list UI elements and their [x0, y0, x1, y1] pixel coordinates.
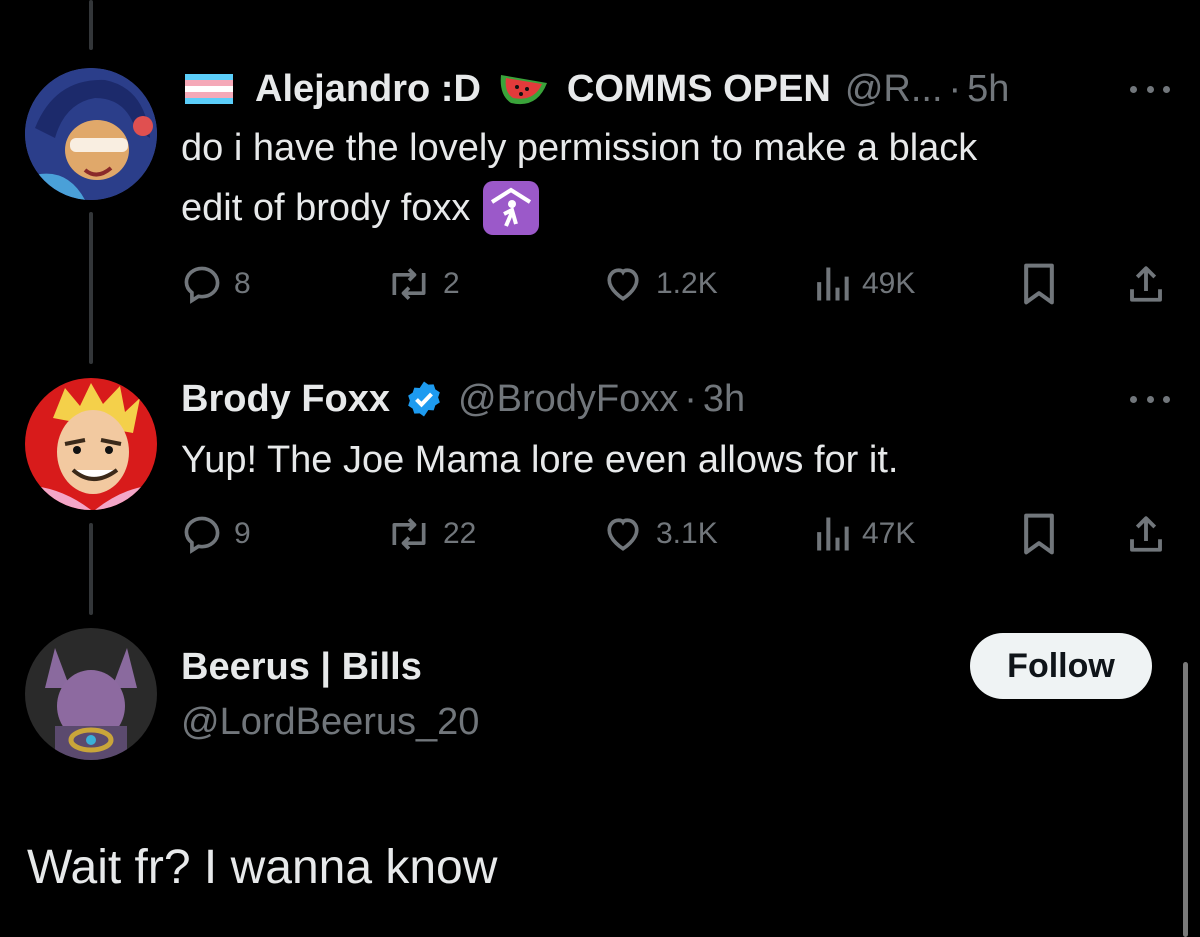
verified-badge-icon	[408, 381, 440, 417]
tweet1-reply-count: 8	[234, 267, 251, 300]
thread-line-2	[89, 523, 93, 615]
tweet1-actions: 8 2 1.2K 49K	[180, 262, 1170, 306]
tweet1-time[interactable]: 5h	[967, 67, 1009, 111]
reply-icon	[184, 266, 220, 304]
views-icon	[817, 267, 849, 301]
tweet1-text-line1: do i have the lovely permission to make …	[181, 127, 978, 169]
share-icon	[1130, 266, 1162, 302]
bookmark-icon	[1024, 263, 1054, 305]
avatar-alejandro[interactable]	[25, 68, 157, 200]
tweet2-views-button[interactable]: 47K	[812, 512, 915, 556]
tweet1-header: Alejandro :D COMMS OPEN @R... · 5h	[185, 67, 1009, 111]
tweet2-author-name[interactable]: Brody Foxx	[181, 377, 390, 421]
heart-icon	[607, 268, 639, 301]
tweet2-reply-button[interactable]: 9	[180, 512, 251, 556]
reply-icon	[184, 516, 220, 554]
tweet1-like-count: 1.2K	[656, 267, 718, 300]
tweet2-reply-count: 9	[234, 517, 251, 550]
tweet1-reply-button[interactable]: 8	[180, 262, 251, 306]
tweet2-text: Yup! The Joe Mama lore even allows for i…	[181, 439, 899, 481]
tweet2-time[interactable]: 3h	[703, 377, 745, 421]
heart-icon	[607, 518, 639, 551]
more-icon[interactable]	[1130, 392, 1170, 406]
tweet1-share-button[interactable]	[1125, 262, 1167, 306]
tweet1-separator: ·	[948, 68, 962, 110]
scrollbar[interactable]	[1183, 662, 1188, 937]
worship-symbol-icon	[483, 181, 540, 235]
tweet1-views-count: 49K	[862, 267, 916, 300]
tweet2-like-count: 3.1K	[656, 517, 718, 550]
share-icon	[1130, 516, 1162, 552]
tweet2-like-button[interactable]: 3.1K	[600, 512, 718, 556]
thread-line-1	[89, 212, 93, 364]
tweet1-author-name[interactable]: Alejandro :D	[255, 67, 481, 111]
repost-icon	[392, 268, 426, 300]
repost-icon	[392, 518, 426, 550]
tweet2-separator: ·	[684, 378, 697, 420]
watermelon-icon	[500, 75, 547, 105]
tweet1-text: do i have the lovely permission to make …	[181, 118, 1141, 238]
views-icon	[817, 517, 849, 551]
tweet2-share-button[interactable]	[1125, 512, 1167, 556]
thread-line-top	[89, 0, 93, 50]
tweet1-views-button[interactable]: 49K	[812, 262, 915, 306]
bookmark-icon	[1024, 513, 1054, 555]
tweet1-repost-button[interactable]: 2	[385, 262, 460, 306]
avatar-beerus[interactable]	[25, 628, 157, 760]
tweet1-text-line2: edit of brody foxx	[181, 187, 471, 229]
tweet1-bookmark-button[interactable]	[1020, 262, 1058, 306]
reply-author-name[interactable]: Beerus | Bills	[181, 643, 422, 691]
tweet1-like-button[interactable]: 1.2K	[600, 262, 718, 306]
tweet2-repost-count: 22	[443, 517, 477, 550]
tweet2-bookmark-button[interactable]	[1020, 512, 1058, 556]
avatar-brody-foxx[interactable]	[25, 378, 157, 510]
tweet2-repost-button[interactable]: 22	[385, 512, 476, 556]
tweet1-handle[interactable]: @R...	[845, 67, 943, 111]
tweet2-views-count: 47K	[862, 517, 916, 550]
reply-author-handle[interactable]: @LordBeerus_20	[181, 698, 479, 746]
tweet1-repost-count: 2	[443, 267, 460, 300]
more-icon[interactable]	[1130, 82, 1170, 96]
tweet2-header: Brody Foxx @BrodyFoxx · 3h	[181, 377, 745, 421]
reply-text: Wait fr? I wanna know	[27, 841, 498, 894]
tweet1-name-suffix[interactable]: COMMS OPEN	[567, 67, 831, 111]
tweet2-handle[interactable]: @BrodyFoxx	[458, 377, 678, 421]
trans-flag-icon	[185, 74, 233, 104]
follow-button[interactable]: Follow	[970, 633, 1152, 699]
tweet2-actions: 9 22 3.1K 47K	[180, 512, 1170, 556]
